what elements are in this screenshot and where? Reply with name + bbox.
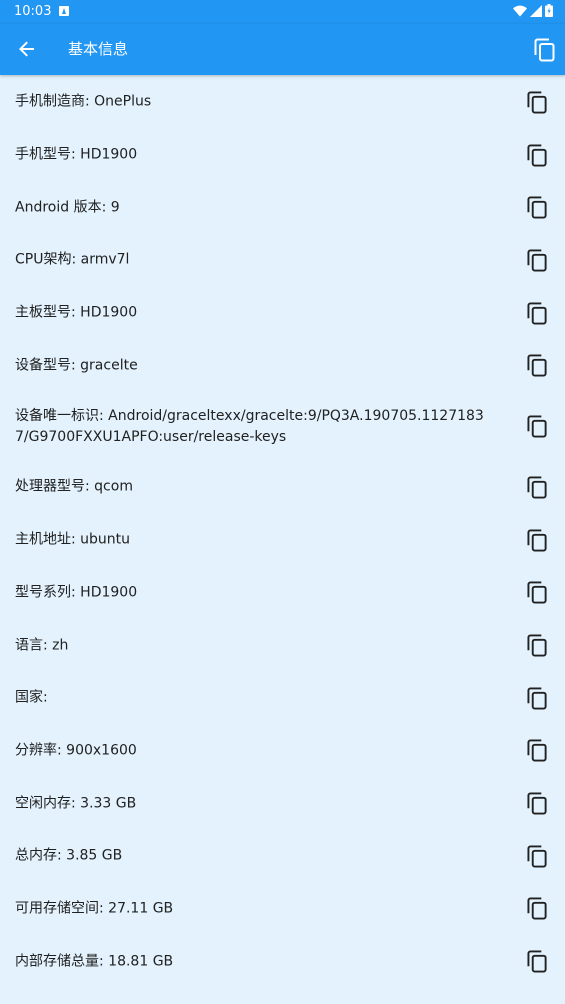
status-bar: 10:03 [0, 0, 565, 24]
list-item: 可用存储空间: 27.11 GB [0, 883, 565, 936]
info-text: 手机型号: HD1900 [15, 146, 138, 163]
list-item: 总内存: 3.85 GB [0, 830, 565, 883]
copy-icon [526, 739, 547, 762]
info-text: 可用存储空间: 27.11 GB [15, 900, 174, 917]
copy-icon [526, 845, 547, 868]
list-item: 内部存储总量: 18.81 GB [0, 935, 565, 988]
info-text: 总内存: 3.85 GB [15, 847, 123, 864]
info-text: 处理器型号: qcom [15, 478, 133, 495]
list-item: 主板型号: HD1900 [0, 287, 565, 340]
copy-button[interactable] [523, 579, 551, 607]
list-item: Android 版本: 9 [0, 181, 565, 234]
signal-icon [530, 4, 542, 17]
copy-icon [526, 792, 547, 815]
info-text: 设备唯一标识: Android/graceltexx/gracelte:9/PQ… [15, 407, 484, 445]
info-text: 空闲内存: 3.33 GB [15, 795, 137, 812]
copy-icon [526, 415, 547, 438]
status-time: 10:03 [14, 4, 52, 19]
list-item: 设备唯一标识: Android/graceltexx/gracelte:9/PQ… [0, 392, 565, 461]
status-icons [513, 4, 553, 17]
list-item: 分辨率: 900x1600 [0, 725, 565, 778]
copy-button[interactable] [523, 413, 551, 441]
copy-icon [526, 144, 547, 167]
app-bar: 基本信息 [0, 24, 565, 75]
copy-button[interactable] [523, 473, 551, 501]
copy-button[interactable] [523, 684, 551, 712]
info-text: 语言: zh [15, 637, 69, 654]
copy-button[interactable] [523, 194, 551, 222]
list-item: 空闲内存: 3.33 GB [0, 777, 565, 830]
battery-icon [545, 4, 553, 17]
copy-button[interactable] [523, 88, 551, 116]
copy-button[interactable] [523, 895, 551, 923]
copy-icon [526, 950, 547, 973]
copy-button[interactable] [523, 842, 551, 870]
list-item: 设备型号: gracelte [0, 339, 565, 392]
copy-icon [526, 249, 547, 272]
list-item: 语言: zh [0, 619, 565, 672]
page-title: 基本信息 [68, 40, 129, 58]
copy-button[interactable] [523, 299, 551, 327]
copy-icon [526, 634, 547, 657]
info-text: 手机制造商: OnePlus [15, 93, 152, 110]
info-text: 国家: [15, 689, 48, 706]
back-button[interactable] [12, 34, 42, 64]
list-item: CPU架构: armv7l [0, 234, 565, 287]
wifi-icon [513, 5, 527, 17]
copy-button[interactable] [523, 526, 551, 554]
info-text: 设备型号: gracelte [15, 357, 138, 374]
copy-icon [526, 687, 547, 710]
copy-icon [526, 529, 547, 552]
copy-icon [526, 476, 547, 499]
list-item: 手机型号: HD1900 [0, 129, 565, 182]
info-text: 型号系列: HD1900 [15, 584, 138, 601]
info-list: 手机制造商: OnePlus 手机型号: HD1900 Android 版本: … [0, 76, 565, 988]
list-item: 主机地址: ubuntu [0, 514, 565, 567]
list-item: 处理器型号: qcom [0, 461, 565, 514]
copy-button[interactable] [523, 352, 551, 380]
info-text: 内部存储总量: 18.81 GB [15, 953, 174, 970]
copy-button[interactable] [523, 737, 551, 765]
copy-button[interactable] [523, 632, 551, 660]
list-item: 手机制造商: OnePlus [0, 76, 565, 129]
copy-icon [526, 354, 547, 377]
copy-button[interactable] [523, 790, 551, 818]
info-text: 分辨率: 900x1600 [15, 742, 137, 759]
copy-all-icon [534, 38, 555, 62]
list-item: 型号系列: HD1900 [0, 567, 565, 620]
info-text: 主机地址: ubuntu [15, 531, 131, 548]
copy-button[interactable] [523, 141, 551, 169]
info-text: CPU架构: armv7l [15, 251, 130, 268]
copy-button[interactable] [523, 948, 551, 976]
copy-button[interactable] [523, 246, 551, 274]
copy-all-button[interactable] [531, 36, 559, 64]
copy-icon [526, 897, 547, 920]
copy-icon [526, 302, 547, 325]
copy-icon [526, 196, 547, 219]
list-item: 国家: [0, 672, 565, 725]
info-text: 主板型号: HD1900 [15, 304, 138, 321]
copy-icon [526, 91, 547, 114]
info-text: Android 版本: 9 [15, 199, 120, 216]
back-arrow-icon [19, 41, 34, 57]
notification-a-icon [59, 6, 69, 16]
copy-icon [526, 581, 547, 604]
